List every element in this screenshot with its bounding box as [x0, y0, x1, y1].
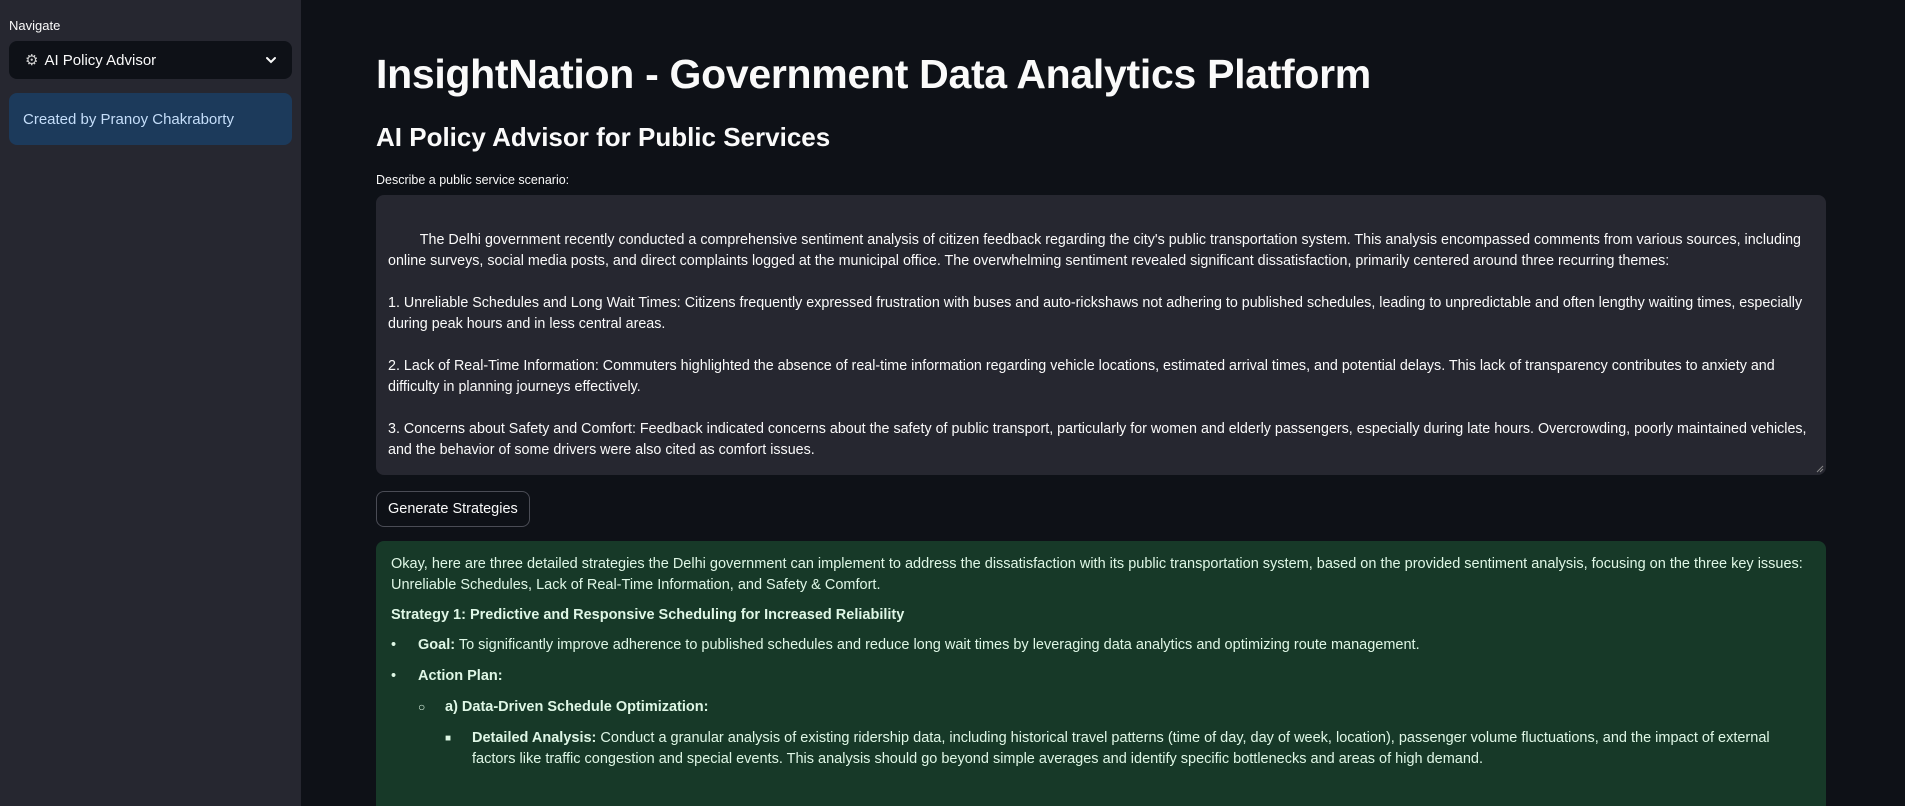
- credit-text: Created by Pranoy Chakraborty: [23, 110, 234, 128]
- detail-text: Conduct a granular analysis of existing …: [472, 730, 1770, 767]
- chevron-down-icon: [266, 57, 276, 64]
- detail-label: Detailed Analysis:: [472, 730, 597, 746]
- list-item-goal: • Goal: To significantly improve adheren…: [391, 635, 1811, 656]
- bullet-icon: •: [391, 637, 397, 653]
- scenario-input-label: Describe a public service scenario:: [376, 173, 570, 187]
- list-item-subitem-a: ○ a) Data-Driven Schedule Optimization:: [391, 697, 1811, 718]
- goal-label: Goal:: [418, 637, 456, 653]
- page-subtitle: AI Policy Advisor for Public Services: [376, 122, 831, 152]
- sidebar: Navigate ⚙ AI Policy Advisor Created by …: [0, 0, 301, 806]
- page-select[interactable]: ⚙ AI Policy Advisor: [9, 41, 292, 79]
- main-area[interactable]: InsightNation - Government Data Analytic…: [301, 0, 1905, 806]
- subitem-a-label: a) Data-Driven Schedule Optimization:: [445, 699, 709, 715]
- bullet-icon: •: [391, 668, 397, 684]
- circle-bullet-icon: ○: [418, 700, 426, 714]
- page-title: InsightNation - Government Data Analytic…: [376, 51, 1371, 97]
- gear-icon: ⚙: [25, 52, 39, 69]
- list-item-action-plan: • Action Plan:: [391, 666, 1811, 687]
- scenario-text: The Delhi government recently conducted …: [388, 232, 1807, 458]
- strategies-result-box: Okay, here are three detailed strategies…: [376, 541, 1826, 806]
- main-content: InsightNation - Government Data Analytic…: [376, 0, 1826, 806]
- action-plan-label: Action Plan:: [418, 668, 503, 684]
- page-select-value: AI Policy Advisor: [44, 51, 157, 69]
- resize-grip-icon[interactable]: [1816, 465, 1824, 473]
- scenario-textarea[interactable]: The Delhi government recently conducted …: [376, 195, 1826, 475]
- square-bullet-icon: ■: [445, 733, 452, 744]
- list-item-detailed-analysis: ■ Detailed Analysis: Conduct a granular …: [391, 728, 1811, 770]
- navigate-label: Navigate: [9, 18, 61, 33]
- result-intro: Okay, here are three detailed strategies…: [391, 556, 1803, 593]
- app-root: Navigate ⚙ AI Policy Advisor Created by …: [0, 0, 1905, 806]
- credit-info-box: Created by Pranoy Chakraborty: [9, 93, 292, 145]
- goal-text: To significantly improve adherence to pu…: [455, 637, 1420, 653]
- strategy-1-heading: Strategy 1: Predictive and Responsive Sc…: [391, 607, 905, 623]
